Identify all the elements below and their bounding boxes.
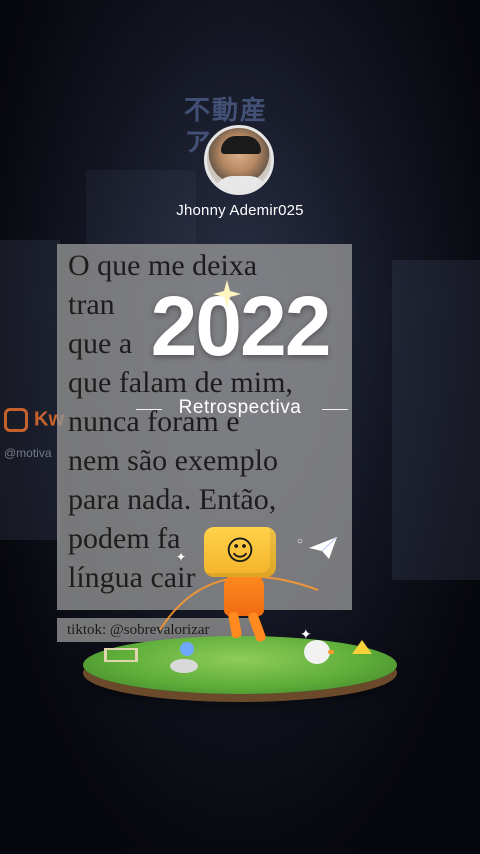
paper-plane-icon xyxy=(309,537,337,559)
subtitle: Retrospectiva xyxy=(178,397,302,418)
fence xyxy=(104,648,138,662)
flower-icon xyxy=(180,642,194,656)
grass-island xyxy=(83,636,397,694)
avatar[interactable] xyxy=(204,125,274,195)
kwai-handle: @motiva xyxy=(4,446,52,460)
quote-line: nem são exemplo xyxy=(68,444,278,477)
avatar-cap xyxy=(221,136,261,154)
small-circle-icon: ○ xyxy=(297,536,304,547)
mascot-body xyxy=(224,574,264,616)
chicken-icon xyxy=(304,640,334,664)
flag-icon xyxy=(352,640,372,654)
username[interactable]: Jhonny Ademir025 xyxy=(0,202,480,219)
mascot-face: ☺ xyxy=(225,534,255,567)
small-sparkle-icon: ✦ xyxy=(300,626,312,642)
rock xyxy=(170,659,198,673)
quote-line: para nada. Então, xyxy=(68,483,277,516)
sparkle-icon xyxy=(213,280,241,308)
small-sparkle-icon: ✦ xyxy=(176,550,187,564)
